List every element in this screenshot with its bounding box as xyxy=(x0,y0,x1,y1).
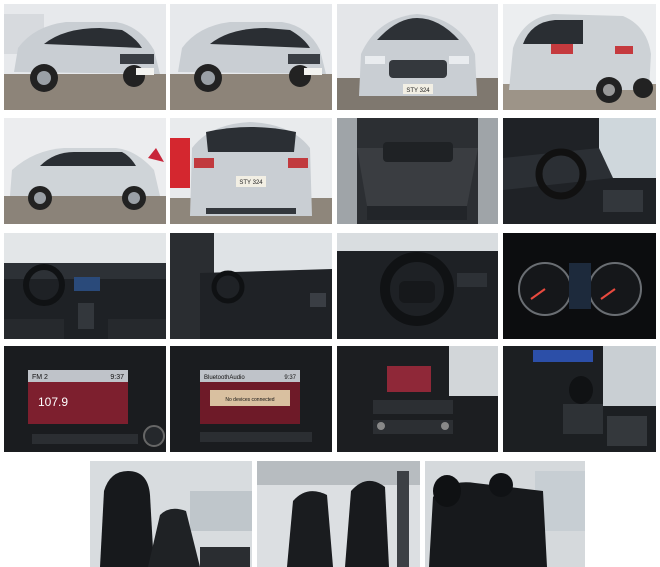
car-side-image xyxy=(4,118,166,224)
photo-rear-three-quarter[interactable] xyxy=(503,4,656,110)
photo-front-three-quarter-1[interactable] xyxy=(4,4,166,110)
bluetooth-status-message: No devices connected xyxy=(225,397,274,403)
photo-front-view[interactable]: STY 324 xyxy=(337,4,498,110)
car-rear-quarter-image xyxy=(503,4,656,110)
rear-seat-view-image xyxy=(257,461,420,567)
cargo-area-image xyxy=(337,118,498,224)
bluetooth-title-label: BluetoothAudio xyxy=(204,375,245,381)
center-console-image xyxy=(337,346,498,452)
photo-front-seats[interactable] xyxy=(90,461,252,567)
instrument-cluster-image xyxy=(503,233,656,339)
photo-dashboard-passenger-side[interactable] xyxy=(170,233,332,339)
photo-rear-bench[interactable] xyxy=(425,461,585,567)
photo-bluetooth-display[interactable]: BluetoothAudio 9:37 No devices connected xyxy=(170,346,332,452)
radio-frequency-label: 107.9 xyxy=(38,395,68,409)
driver-cockpit-image xyxy=(503,118,656,224)
photo-instrument-cluster[interactable] xyxy=(503,233,656,339)
dashboard-image xyxy=(4,233,166,339)
rear-bench-image xyxy=(425,461,585,567)
photo-center-console[interactable] xyxy=(337,346,498,452)
photo-gear-shifter[interactable] xyxy=(503,346,656,452)
radio-time-label: 9:37 xyxy=(110,374,124,381)
photo-rear-view[interactable]: STY 324 xyxy=(170,118,332,224)
photo-gallery: STY 324 STY 324 FM 2 9:37 107.9 Bluetoot… xyxy=(0,0,660,567)
photo-driver-cockpit[interactable] xyxy=(503,118,656,224)
car-rear-image: STY 324 xyxy=(170,118,332,224)
photo-dashboard-wide[interactable] xyxy=(4,233,166,339)
bluetooth-time-label: 9:37 xyxy=(284,375,296,381)
photo-cargo-area[interactable] xyxy=(337,118,498,224)
photo-radio-display[interactable]: FM 2 9:37 107.9 xyxy=(4,346,166,452)
photo-front-three-quarter-2[interactable] xyxy=(170,4,332,110)
front-seats-image xyxy=(90,461,252,567)
gear-shifter-image xyxy=(503,346,656,452)
car-front-image: STY 324 xyxy=(337,4,498,110)
dashboard-side-image xyxy=(170,233,332,339)
steering-wheel-image xyxy=(337,233,498,339)
bluetooth-display-image: BluetoothAudio 9:37 No devices connected xyxy=(170,346,332,452)
car-front-quarter-image xyxy=(170,4,332,110)
photo-side-view[interactable] xyxy=(4,118,166,224)
radio-display-image: FM 2 9:37 107.9 xyxy=(4,346,166,452)
photo-steering-wheel[interactable] xyxy=(337,233,498,339)
car-front-quarter-image xyxy=(4,4,166,110)
radio-band-label: FM 2 xyxy=(32,374,48,381)
photo-rear-seat-view[interactable] xyxy=(257,461,420,567)
license-plate: STY 324 xyxy=(239,180,263,186)
license-plate: STY 324 xyxy=(406,88,430,94)
